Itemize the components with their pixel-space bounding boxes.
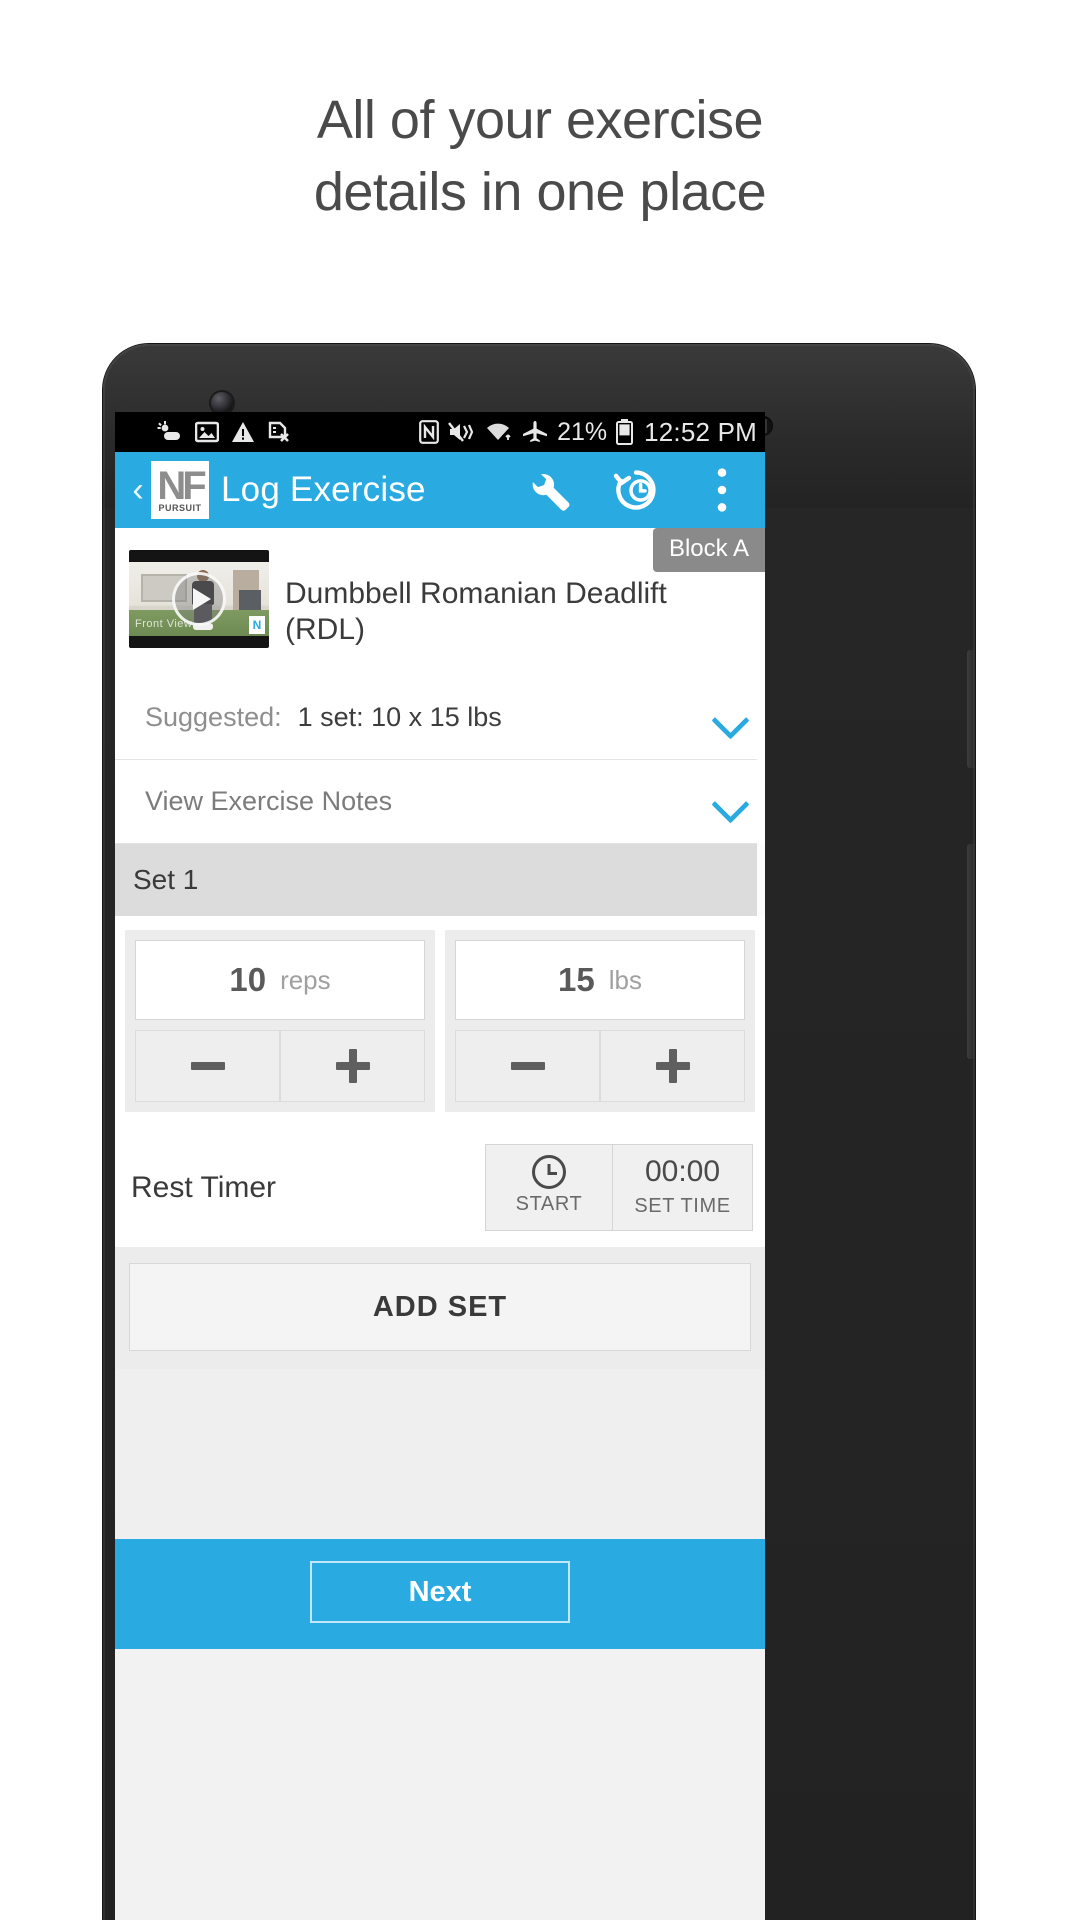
weight-value: 15 (558, 961, 595, 998)
rest-timer-row: Rest Timer START 00:00 SET TIME (115, 1128, 765, 1247)
airplane-mode-icon (522, 420, 548, 444)
exercise-notes-row[interactable]: View Exercise Notes (115, 760, 765, 844)
scrollbar[interactable] (757, 670, 765, 920)
add-set-container: ADD SET (115, 1247, 765, 1369)
sim-removed-icon (267, 421, 291, 443)
rest-timer-start-button[interactable]: START (486, 1145, 612, 1230)
app-logo: NF PURSUIT (151, 461, 209, 519)
content-filler (115, 1369, 765, 1539)
chevron-down-icon[interactable] (713, 785, 747, 819)
suggested-row[interactable]: Suggested: 1 set: 10 x 15 lbs (115, 676, 765, 760)
nfc-icon (419, 420, 439, 444)
logo-subtext: PURSUIT (158, 503, 202, 513)
reps-unit: reps (280, 964, 331, 995)
rest-timer-value: 00:00 (644, 1155, 721, 1188)
exercise-notes-label: View Exercise Notes (145, 786, 393, 816)
status-bar: 21% 12:52 PM (115, 412, 765, 452)
rest-timer-set-time[interactable]: 00:00 SET TIME (612, 1145, 752, 1230)
front-camera (211, 392, 233, 414)
power-button[interactable] (967, 844, 975, 1059)
headline-line-1: All of your exercise (316, 90, 764, 150)
thumbnail-letterbox-bottom (129, 636, 269, 648)
promo-screenshot: All of your exercise details in one plac… (0, 0, 1080, 1920)
page-title: All of your exercise details in one plac… (0, 84, 1080, 228)
reps-minus-button[interactable] (135, 1030, 280, 1102)
set-header: Set 1 (115, 844, 765, 916)
weather-icon (157, 421, 183, 443)
thumbnail-letterbox-top (129, 550, 269, 562)
minus-icon (510, 1062, 545, 1070)
logo-letters: NF (157, 464, 206, 508)
clock-icon (532, 1155, 566, 1189)
image-icon (195, 421, 219, 443)
reps-value: 10 (229, 961, 267, 998)
set-inputs: 10 reps 15 lbs (115, 916, 765, 1128)
exercise-detail-content: Block A Front View N Dumbbell Romanian D… (115, 528, 765, 1649)
back-chevron-icon[interactable]: ‹ (125, 473, 151, 507)
phone-mockup: 21% 12:52 PM ‹ NF PURSUIT Log Exercise B… (103, 344, 975, 1920)
warning-icon (231, 421, 255, 443)
weight-unit: lbs (608, 964, 642, 995)
phone-screen: 21% 12:52 PM ‹ NF PURSUIT Log Exercise B… (115, 412, 765, 1920)
add-set-button[interactable]: ADD SET (129, 1263, 751, 1351)
mute-vibrate-icon (448, 421, 476, 443)
weight-field[interactable]: 15 lbs (455, 940, 745, 1020)
history-icon[interactable] (593, 452, 679, 528)
reps-field[interactable]: 10 reps (135, 940, 425, 1020)
footer-bar: Next (115, 1539, 765, 1649)
wifi-icon (485, 421, 513, 443)
reps-plus-button[interactable] (280, 1030, 425, 1102)
rest-timer-controls: START 00:00 SET TIME (485, 1144, 753, 1231)
suggested-label: Suggested: (145, 702, 282, 732)
status-badge: Block A (652, 528, 765, 572)
overflow-menu-icon[interactable] (679, 452, 765, 528)
weight-minus-button[interactable] (455, 1030, 600, 1102)
app-bar: ‹ NF PURSUIT Log Exercise (115, 452, 765, 528)
plus-icon (655, 1049, 690, 1083)
thumbnail-watermark: N (249, 616, 265, 634)
reps-stepper: 10 reps (125, 930, 435, 1112)
next-button[interactable]: Next (310, 1561, 570, 1623)
rest-timer-title: Rest Timer (131, 1170, 277, 1204)
volume-button[interactable] (967, 650, 975, 768)
status-bar-clock: 12:52 PM (644, 416, 757, 447)
chevron-down-icon[interactable] (713, 701, 747, 735)
wrench-icon[interactable] (507, 452, 593, 528)
battery-icon (616, 419, 634, 445)
exercise-video-thumbnail[interactable]: Front View N (129, 550, 269, 648)
rest-timer-set-time-label: SET TIME (634, 1195, 731, 1217)
app-bar-title: Log Exercise (221, 470, 426, 509)
minus-icon (190, 1062, 225, 1070)
plus-icon (335, 1049, 370, 1083)
suggested-value: 1 set: 10 x 15 lbs (297, 702, 502, 732)
battery-percent-label: 21% (557, 417, 608, 446)
play-icon[interactable] (172, 572, 226, 626)
rest-timer-start-label: START (515, 1193, 583, 1215)
app-bar-actions (507, 452, 765, 528)
weight-plus-button[interactable] (600, 1030, 745, 1102)
headline-line-2: details in one place (313, 162, 767, 222)
weight-stepper: 15 lbs (445, 930, 755, 1112)
